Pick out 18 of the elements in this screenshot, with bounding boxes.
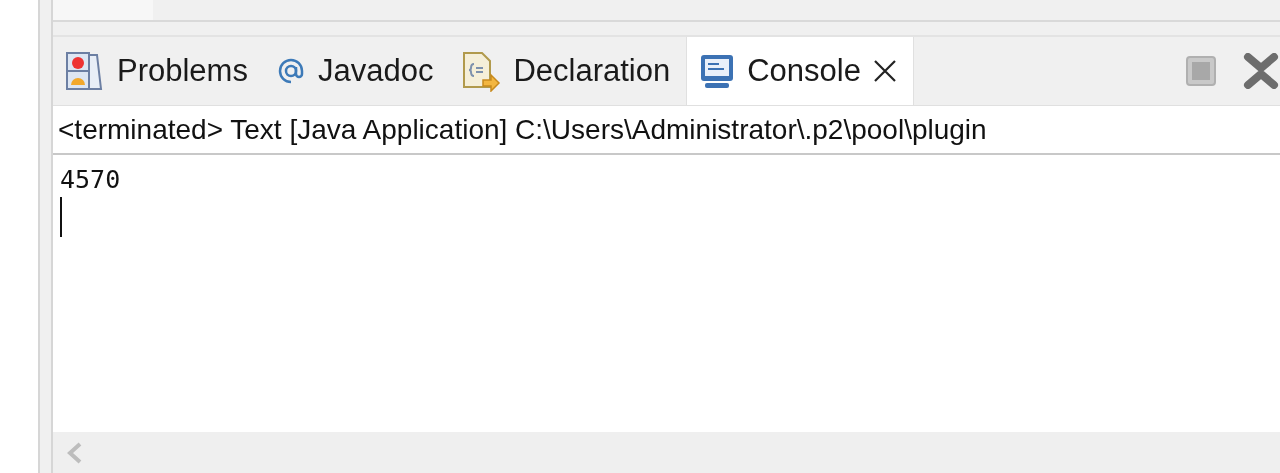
- scroll-left-icon[interactable]: [66, 441, 84, 464]
- view-tab[interactable]: Javadoc: [263, 37, 450, 105]
- document-arrow-icon: [461, 50, 502, 92]
- problems-icon: [65, 51, 105, 91]
- scrollbar-thumb[interactable]: [53, 0, 153, 20]
- editor-scrollbar[interactable]: [53, 0, 1280, 22]
- output-line: 4570: [60, 165, 121, 195]
- stop-icon[interactable]: [1186, 56, 1216, 86]
- remove-icon[interactable]: [1242, 53, 1280, 89]
- text-cursor: [60, 197, 62, 237]
- view-tab[interactable]: Declaration: [449, 37, 687, 105]
- view-tab[interactable]: Console: [686, 37, 914, 105]
- panel-sash[interactable]: [53, 22, 1280, 37]
- view-tab[interactable]: Problems: [53, 37, 264, 105]
- close-icon[interactable]: [872, 59, 897, 83]
- console-header: <terminated> Text [Java Application] C:\Users\Administrator\.p2\pool\plugin: [58, 113, 987, 146]
- horizontal-scrollbar[interactable]: [53, 432, 1280, 473]
- monitor-icon: [699, 53, 736, 89]
